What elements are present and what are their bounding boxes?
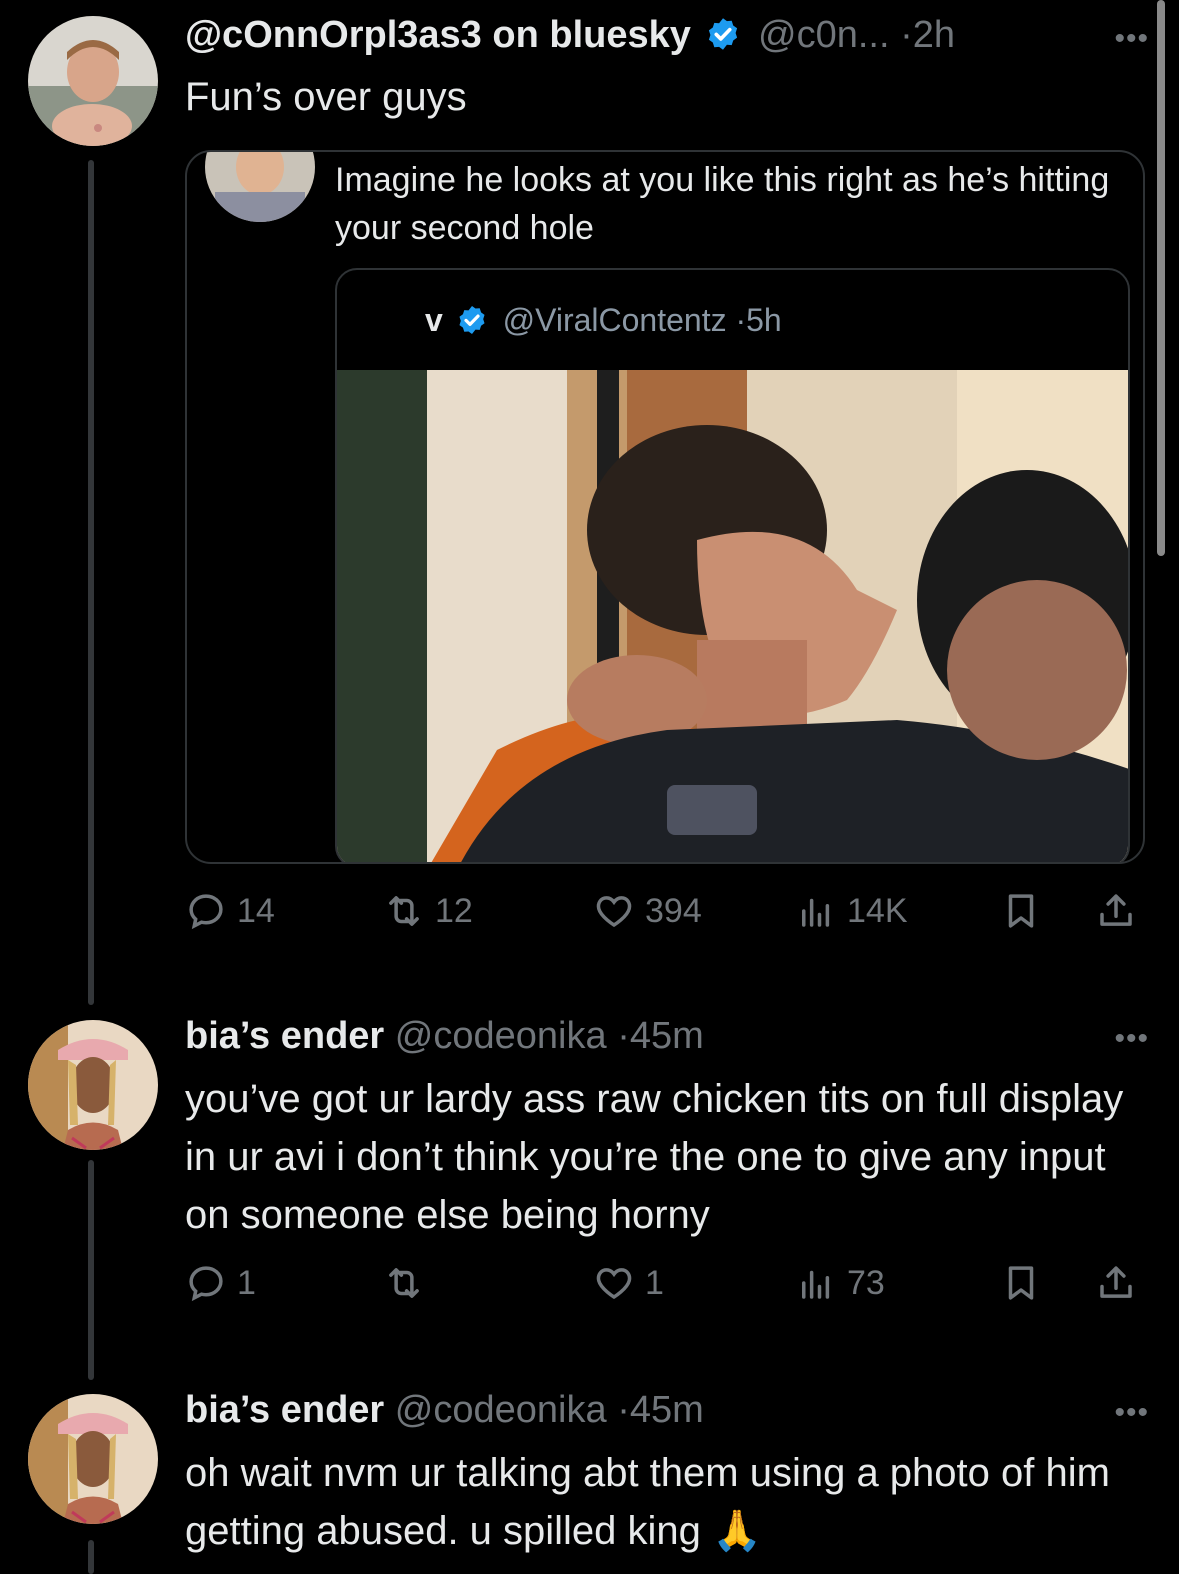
reply-icon bbox=[189, 894, 223, 930]
media-photo[interactable] bbox=[337, 370, 1128, 862]
tweet-header: bia’s ender @codeonika ·45m bbox=[185, 1389, 704, 1432]
display-name[interactable]: bia’s ender bbox=[185, 1015, 384, 1057]
timestamp[interactable]: 45m bbox=[630, 1389, 704, 1431]
verified-badge-icon bbox=[705, 16, 741, 52]
share-button[interactable] bbox=[1095, 890, 1137, 932]
bookmark-icon bbox=[1008, 894, 1034, 928]
separator-dot: · bbox=[900, 14, 913, 56]
views-icon bbox=[802, 1270, 830, 1299]
separator-dot: · bbox=[617, 1389, 630, 1431]
tweet-text: you’ve got ur lardy ass raw chicken tits… bbox=[185, 1077, 1124, 1237]
share-button[interactable] bbox=[1095, 1262, 1137, 1304]
display-name[interactable]: bia’s ender bbox=[185, 1389, 384, 1431]
tweet-actions: 14 12 394 14K bbox=[185, 890, 1145, 950]
views-button[interactable]: 73 bbox=[795, 1262, 885, 1304]
bookmark-icon bbox=[1008, 1266, 1034, 1300]
like-count: 1 bbox=[645, 1263, 664, 1302]
heart-icon bbox=[596, 1268, 632, 1300]
avatar bbox=[205, 152, 315, 222]
separator-dot: · bbox=[735, 302, 747, 338]
bookmark-button[interactable] bbox=[1000, 1262, 1042, 1304]
display-name[interactable]: @cOnnOrpl3as3 on bluesky bbox=[185, 14, 691, 56]
repost-icon bbox=[389, 1268, 419, 1298]
tweet-text: Fun’s over guys bbox=[185, 75, 467, 119]
views-icon bbox=[802, 898, 830, 927]
more-options-icon[interactable]: ••• bbox=[1114, 1022, 1149, 1056]
handle[interactable]: @codeonika bbox=[395, 1015, 607, 1057]
handle[interactable]: @ViralContentz bbox=[503, 302, 727, 338]
repost-count: 12 bbox=[435, 891, 473, 930]
handle[interactable]: @c0n... bbox=[758, 14, 890, 56]
display-name[interactable]: v bbox=[425, 302, 443, 338]
more-options-icon[interactable]: ••• bbox=[1114, 22, 1149, 56]
quoted-tweet[interactable]: Imagine he looks at you like this right … bbox=[185, 150, 1145, 864]
nested-quote-header: v @ViralContentz ·5h bbox=[425, 302, 782, 339]
avatar[interactable] bbox=[28, 1394, 158, 1524]
scrollbar[interactable] bbox=[1157, 0, 1165, 556]
share-icon bbox=[1100, 894, 1132, 926]
thread-line bbox=[88, 1160, 94, 1380]
like-button[interactable]: 1 bbox=[593, 1262, 664, 1304]
like-button[interactable]: 394 bbox=[593, 890, 702, 932]
views-count: 73 bbox=[847, 1263, 885, 1302]
thread-line bbox=[88, 1540, 94, 1574]
tweet-actions: 1 1 73 bbox=[185, 1262, 1145, 1322]
share-icon bbox=[1100, 1266, 1132, 1298]
repost-icon bbox=[389, 896, 419, 926]
separator-dot: · bbox=[617, 1015, 630, 1057]
timestamp[interactable]: 2h bbox=[913, 14, 955, 56]
heart-icon bbox=[596, 896, 632, 928]
reply-icon bbox=[189, 1266, 223, 1302]
nested-quoted-tweet[interactable]: v @ViralContentz ·5h bbox=[335, 268, 1130, 862]
handle[interactable]: @codeonika bbox=[395, 1389, 607, 1431]
tweet-header: bia’s ender @codeonika ·45m bbox=[185, 1015, 704, 1058]
avatar[interactable] bbox=[28, 1020, 158, 1150]
thread-line bbox=[88, 160, 94, 1005]
reply-count: 14 bbox=[237, 891, 275, 930]
tweet-header: @cOnnOrpl3as3 on bluesky @c0n... ·2h bbox=[185, 14, 955, 57]
timestamp[interactable]: 5h bbox=[746, 302, 782, 338]
avatar[interactable] bbox=[28, 16, 158, 146]
verified-badge-icon bbox=[456, 304, 488, 336]
bookmark-button[interactable] bbox=[1000, 890, 1042, 932]
like-count: 394 bbox=[645, 891, 702, 930]
repost-button[interactable] bbox=[383, 1262, 425, 1304]
more-options-icon[interactable]: ••• bbox=[1114, 1396, 1149, 1430]
reply-count: 1 bbox=[237, 1263, 256, 1302]
quoted-tweet-text: Imagine he looks at you like this right … bbox=[335, 161, 1110, 247]
timestamp[interactable]: 45m bbox=[630, 1015, 704, 1057]
views-button[interactable]: 14K bbox=[795, 890, 908, 932]
repost-button[interactable]: 12 bbox=[383, 890, 473, 932]
tweet-text: oh wait nvm ur talking abt them using a … bbox=[185, 1451, 1110, 1553]
reply-button[interactable]: 1 bbox=[185, 1262, 256, 1304]
views-count: 14K bbox=[847, 891, 908, 930]
reply-button[interactable]: 14 bbox=[185, 890, 275, 932]
